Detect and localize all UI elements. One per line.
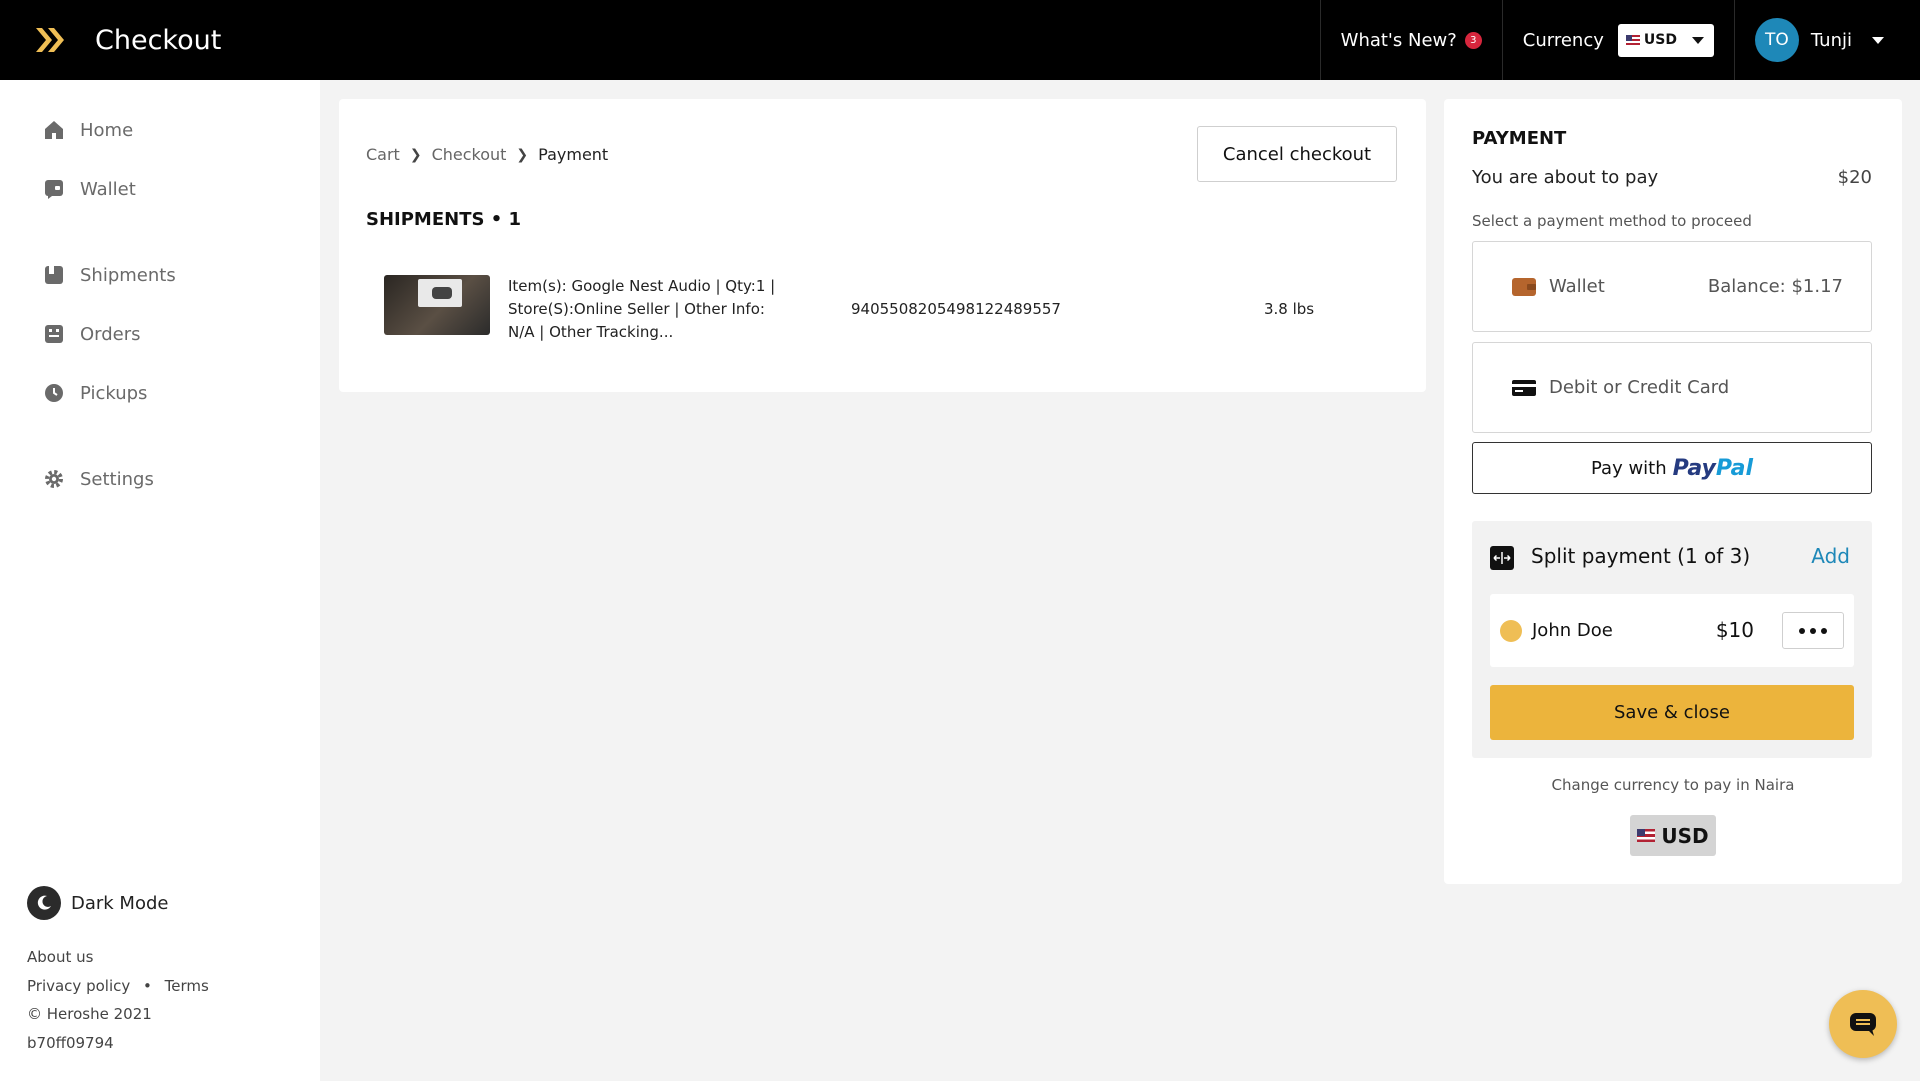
sidebar: Home Wallet Shipments Orders Pickups Set… <box>0 80 320 1081</box>
payment-amount: $20 <box>1837 167 1872 188</box>
chevron-down-icon <box>1872 36 1884 44</box>
sidebar-item-wallet[interactable]: Wallet <box>42 177 136 201</box>
us-flag-icon <box>1637 829 1656 842</box>
sidebar-item-home[interactable]: Home <box>42 118 133 142</box>
sidebar-item-label: Home <box>80 119 134 141</box>
sidebar-item-shipments[interactable]: Shipments <box>42 263 176 287</box>
credit-card-icon <box>1512 379 1536 396</box>
split-icon <box>1490 546 1514 570</box>
orders-icon <box>45 325 63 343</box>
paypal-prefix: Pay with <box>1591 457 1667 479</box>
shipments-heading: SHIPMENTS • 1 <box>366 209 521 230</box>
wallet-balance: Balance: $1.17 <box>1707 276 1843 297</box>
sidebar-item-pickups[interactable]: Pickups <box>42 381 147 405</box>
build-id: b70ff09794 <box>27 1034 114 1052</box>
brand: Checkout <box>0 0 221 80</box>
logo-icon[interactable] <box>30 20 70 60</box>
shipment-row[interactable]: Item(s): Google Nest Audio | Qty:1 | Sto… <box>384 275 1384 341</box>
notification-badge: 3 <box>1464 31 1482 49</box>
chat-button[interactable] <box>1829 990 1897 1058</box>
participant-name: John Doe <box>1532 620 1613 641</box>
dark-mode-label: Dark Mode <box>71 892 169 914</box>
shipments-card: Cart ❯ Checkout ❯ Payment Cancel checkou… <box>339 99 1426 392</box>
terms-link[interactable]: Terms <box>165 977 209 995</box>
more-icon <box>1799 627 1805 634</box>
participant-amount: $10 <box>1715 618 1754 642</box>
payment-panel: PAYMENT You are about to pay $20 Select … <box>1444 99 1902 884</box>
shipment-thumbnail <box>384 275 490 335</box>
breadcrumb-payment: Payment <box>538 145 609 164</box>
shipment-tracking-number: 9405508205498122489557 <box>851 300 1061 318</box>
split-participant-row: John Doe $10 <box>1490 594 1854 667</box>
home-icon <box>45 121 63 139</box>
avatar: TO <box>1754 18 1799 62</box>
shipment-description: Item(s): Google Nest Audio | Qty:1 | Sto… <box>508 277 776 341</box>
currency-value: USD <box>1643 32 1677 48</box>
cancel-checkout-button[interactable]: Cancel checkout <box>1197 126 1397 182</box>
sidebar-item-label: Orders <box>80 323 141 345</box>
about-to-pay-label: You are about to pay <box>1472 167 1659 188</box>
currency-chip-label: USD <box>1661 823 1709 848</box>
whats-new-button[interactable]: What's New? 3 <box>1319 0 1502 80</box>
payment-title: PAYMENT <box>1472 128 1567 149</box>
card-option-label: Debit or Credit Card <box>1549 377 1730 398</box>
footer-legal-links: Privacy policy • Terms <box>27 977 209 995</box>
separator-dot: • <box>143 977 152 995</box>
add-split-button[interactable]: Add <box>1811 544 1850 568</box>
chevron-right-icon: ❯ <box>409 146 422 163</box>
payment-method-hint: Select a payment method to proceed <box>1472 212 1752 230</box>
user-name: Tunji <box>1810 29 1852 51</box>
card-payment-option[interactable]: Debit or Credit Card <box>1472 342 1872 433</box>
chevron-down-icon <box>1691 36 1704 44</box>
moon-icon <box>27 886 61 920</box>
sidebar-item-settings[interactable]: Settings <box>42 467 154 491</box>
top-bar: Checkout What's New? 3 Currency USD TO T… <box>0 0 1920 80</box>
page-title: Checkout <box>95 24 222 56</box>
shipments-icon <box>45 266 63 284</box>
wallet-icon <box>1512 277 1536 296</box>
change-currency-hint: Change currency to pay in Naira <box>1551 776 1795 794</box>
sidebar-item-label: Settings <box>80 468 154 490</box>
breadcrumb: Cart ❯ Checkout ❯ Payment <box>366 145 608 164</box>
sidebar-item-label: Wallet <box>80 178 136 200</box>
shipment-weight: 3.8 lbs <box>1264 300 1315 318</box>
participant-avatar <box>1500 620 1522 642</box>
save-close-button[interactable]: Save & close <box>1490 685 1854 740</box>
sidebar-item-label: Pickups <box>80 382 148 404</box>
sidebar-item-label: Shipments <box>80 264 176 286</box>
gear-icon <box>45 470 63 488</box>
currency-label: Currency <box>1522 29 1604 51</box>
breadcrumb-checkout[interactable]: Checkout <box>432 145 507 164</box>
dark-mode-toggle[interactable]: Dark Mode <box>27 886 168 920</box>
wallet-icon <box>45 180 63 199</box>
sidebar-item-orders[interactable]: Orders <box>42 322 141 346</box>
paypal-logo: PayPal <box>1672 455 1753 481</box>
about-link[interactable]: About us <box>27 948 93 966</box>
breadcrumb-cart[interactable]: Cart <box>366 145 400 164</box>
currency-select[interactable]: USD <box>1617 23 1714 57</box>
wallet-option-label: Wallet <box>1549 276 1605 297</box>
split-payment-section: Split payment (1 of 3) Add John Doe $10 … <box>1472 521 1872 758</box>
wallet-payment-option[interactable]: Wallet Balance: $1.17 <box>1472 241 1872 332</box>
user-menu[interactable]: TO Tunji <box>1733 0 1920 80</box>
chat-icon <box>1850 1013 1876 1036</box>
currency-section: Currency USD <box>1501 0 1734 80</box>
privacy-link[interactable]: Privacy policy <box>27 977 130 995</box>
paypal-button[interactable]: Pay with PayPal <box>1472 442 1872 494</box>
currency-switch-button[interactable]: USD <box>1630 815 1716 856</box>
more-options-button[interactable] <box>1782 612 1844 649</box>
pickups-icon <box>45 384 63 402</box>
copyright: © Heroshe 2021 <box>27 1005 152 1023</box>
us-flag-icon <box>1625 35 1640 45</box>
whats-new-label: What's New? <box>1340 29 1457 51</box>
chevron-right-icon: ❯ <box>516 146 529 163</box>
split-payment-title: Split payment (1 of 3) <box>1531 544 1751 568</box>
